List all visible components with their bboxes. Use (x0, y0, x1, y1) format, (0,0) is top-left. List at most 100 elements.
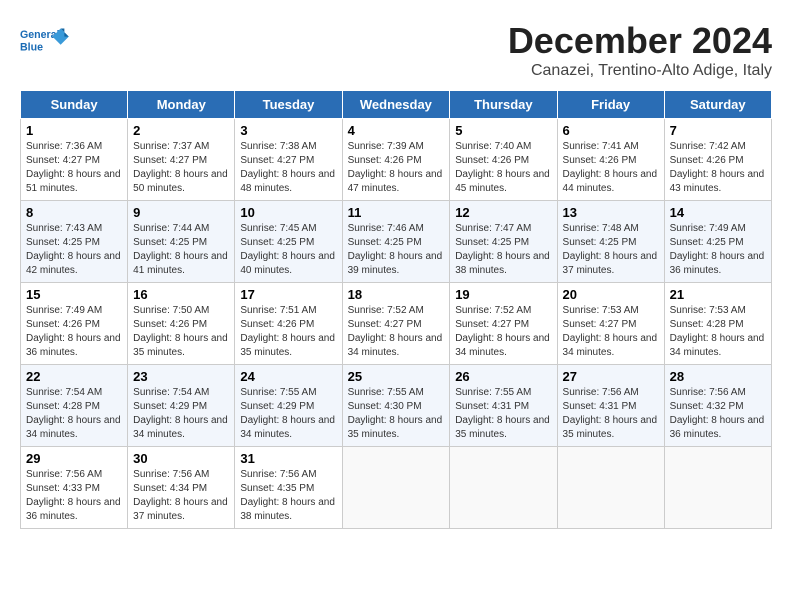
weekday-header: Monday (128, 91, 235, 119)
day-info: Sunrise: 7:53 AM Sunset: 4:27 PM Dayligh… (563, 304, 659, 360)
weekday-header: Thursday (450, 91, 557, 119)
calendar-cell: 23 Sunrise: 7:54 AM Sunset: 4:29 PM Dayli… (128, 365, 235, 447)
day-info: Sunrise: 7:52 AM Sunset: 4:27 PM Dayligh… (455, 304, 551, 360)
calendar-cell: 13Sunrise: 7:48 AM Sunset: 4:25 PM Dayli… (557, 201, 664, 283)
day-number: 8 (26, 205, 122, 220)
day-number: 3 (240, 123, 336, 138)
day-info: Sunrise: 7:41 AM Sunset: 4:26 PM Dayligh… (563, 140, 659, 196)
calendar-table: SundayMondayTuesdayWednesdayThursdayFrid… (20, 90, 772, 529)
day-info: Sunrise: 7:56 AM Sunset: 4:31 PM Dayligh… (563, 386, 659, 442)
day-info: Sunrise: 7:46 AM Sunset: 4:25 PM Dayligh… (348, 222, 445, 278)
calendar-cell: 7 Sunrise: 7:42 AM Sunset: 4:26 PM Daylig… (664, 119, 771, 201)
day-number: 16 (133, 287, 229, 302)
weekday-header: Sunday (21, 91, 128, 119)
day-info: Sunrise: 7:42 AM Sunset: 4:26 PM Dayligh… (670, 140, 766, 196)
day-info: Sunrise: 7:54 AM Sunset: 4:28 PM Dayligh… (26, 386, 122, 442)
calendar-cell: 21Sunrise: 7:53 AM Sunset: 4:28 PM Dayli… (664, 283, 771, 365)
calendar-cell: 14 Sunrise: 7:49 AM Sunset: 4:25 PM Dayli… (664, 201, 771, 283)
day-info: Sunrise: 7:53 AM Sunset: 4:28 PM Dayligh… (670, 304, 766, 360)
weekday-header: Saturday (664, 91, 771, 119)
header: General Blue December 2024 Canazei, Tren… (20, 20, 772, 80)
day-info: Sunrise: 7:52 AM Sunset: 4:27 PM Dayligh… (348, 304, 445, 360)
day-info: Sunrise: 7:51 AM Sunset: 4:26 PM Dayligh… (240, 304, 336, 360)
day-number: 1 (26, 123, 122, 138)
calendar-cell: 6 Sunrise: 7:41 AM Sunset: 4:26 PM Daylig… (557, 119, 664, 201)
calendar-cell: 12 Sunrise: 7:47 AM Sunset: 4:25 PM Dayli… (450, 201, 557, 283)
calendar-cell: 9Sunrise: 7:44 AM Sunset: 4:25 PM Daylig… (128, 201, 235, 283)
day-info: Sunrise: 7:55 AM Sunset: 4:31 PM Dayligh… (455, 386, 551, 442)
day-number: 14 (670, 205, 766, 220)
location-title: Canazei, Trentino-Alto Adige, Italy (508, 62, 772, 80)
logo-svg: General Blue (20, 20, 70, 65)
day-number: 26 (455, 369, 551, 384)
day-info: Sunrise: 7:44 AM Sunset: 4:25 PM Dayligh… (133, 222, 229, 278)
day-number: 2 (133, 123, 229, 138)
day-number: 24 (240, 369, 336, 384)
day-info: Sunrise: 7:43 AM Sunset: 4:25 PM Dayligh… (26, 222, 122, 278)
day-number: 6 (563, 123, 659, 138)
weekday-header: Tuesday (235, 91, 342, 119)
calendar-cell: 4 Sunrise: 7:39 AM Sunset: 4:26 PM Daylig… (342, 119, 450, 201)
calendar-cell (450, 447, 557, 529)
calendar-cell: 16 Sunrise: 7:50 AM Sunset: 4:26 PM Dayli… (128, 283, 235, 365)
svg-text:General: General (20, 29, 60, 41)
calendar-cell: 25 Sunrise: 7:55 AM Sunset: 4:30 PM Dayli… (342, 365, 450, 447)
calendar-cell: 3 Sunrise: 7:38 AM Sunset: 4:27 PM Daylig… (235, 119, 342, 201)
day-info: Sunrise: 7:38 AM Sunset: 4:27 PM Dayligh… (240, 140, 336, 196)
day-info: Sunrise: 7:37 AM Sunset: 4:27 PM Dayligh… (133, 140, 229, 196)
day-number: 11 (348, 205, 445, 220)
day-number: 15 (26, 287, 122, 302)
calendar-cell: 18 Sunrise: 7:52 AM Sunset: 4:27 PM Dayli… (342, 283, 450, 365)
day-info: Sunrise: 7:56 AM Sunset: 4:34 PM Dayligh… (133, 468, 229, 524)
day-number: 5 (455, 123, 551, 138)
calendar-cell: 24 Sunrise: 7:55 AM Sunset: 4:29 PM Dayli… (235, 365, 342, 447)
day-number: 25 (348, 369, 445, 384)
calendar-cell: 30 Sunrise: 7:56 AM Sunset: 4:34 PM Dayli… (128, 447, 235, 529)
calendar-cell: 31Sunrise: 7:56 AM Sunset: 4:35 PM Dayli… (235, 447, 342, 529)
day-number: 13 (563, 205, 659, 220)
day-number: 27 (563, 369, 659, 384)
day-info: Sunrise: 7:39 AM Sunset: 4:26 PM Dayligh… (348, 140, 445, 196)
day-number: 28 (670, 369, 766, 384)
day-number: 22 (26, 369, 122, 384)
day-info: Sunrise: 7:54 AM Sunset: 4:29 PM Dayligh… (133, 386, 229, 442)
day-number: 29 (26, 451, 122, 466)
day-number: 17 (240, 287, 336, 302)
svg-text:Blue: Blue (20, 41, 43, 53)
calendar-cell (557, 447, 664, 529)
day-number: 18 (348, 287, 445, 302)
calendar-cell: 1 Sunrise: 7:36 AM Sunset: 4:27 PM Daylig… (21, 119, 128, 201)
calendar-cell: 28 Sunrise: 7:56 AM Sunset: 4:32 PM Dayli… (664, 365, 771, 447)
calendar-cell: 8 Sunrise: 7:43 AM Sunset: 4:25 PM Daylig… (21, 201, 128, 283)
day-info: Sunrise: 7:49 AM Sunset: 4:25 PM Dayligh… (670, 222, 766, 278)
day-info: Sunrise: 7:36 AM Sunset: 4:27 PM Dayligh… (26, 140, 122, 196)
day-info: Sunrise: 7:47 AM Sunset: 4:25 PM Dayligh… (455, 222, 551, 278)
day-number: 30 (133, 451, 229, 466)
calendar-cell: 22 Sunrise: 7:54 AM Sunset: 4:28 PM Dayli… (21, 365, 128, 447)
calendar-cell: 11 Sunrise: 7:46 AM Sunset: 4:25 PM Dayli… (342, 201, 450, 283)
day-info: Sunrise: 7:55 AM Sunset: 4:29 PM Dayligh… (240, 386, 336, 442)
calendar-cell: 19 Sunrise: 7:52 AM Sunset: 4:27 PM Dayli… (450, 283, 557, 365)
title-area: December 2024 Canazei, Trentino-Alto Adi… (508, 20, 772, 80)
calendar-cell (664, 447, 771, 529)
calendar-cell (342, 447, 450, 529)
day-number: 20 (563, 287, 659, 302)
day-info: Sunrise: 7:40 AM Sunset: 4:26 PM Dayligh… (455, 140, 551, 196)
calendar-cell: 2 Sunrise: 7:37 AM Sunset: 4:27 PM Daylig… (128, 119, 235, 201)
calendar-cell: 10Sunrise: 7:45 AM Sunset: 4:25 PM Dayli… (235, 201, 342, 283)
calendar-cell: 20 Sunrise: 7:53 AM Sunset: 4:27 PM Dayli… (557, 283, 664, 365)
day-info: Sunrise: 7:45 AM Sunset: 4:25 PM Dayligh… (240, 222, 336, 278)
day-info: Sunrise: 7:50 AM Sunset: 4:26 PM Dayligh… (133, 304, 229, 360)
day-number: 19 (455, 287, 551, 302)
calendar-cell: 27 Sunrise: 7:56 AM Sunset: 4:31 PM Dayli… (557, 365, 664, 447)
day-number: 7 (670, 123, 766, 138)
calendar-cell: 17 Sunrise: 7:51 AM Sunset: 4:26 PM Dayli… (235, 283, 342, 365)
day-number: 4 (348, 123, 445, 138)
logo: General Blue (20, 20, 70, 65)
day-info: Sunrise: 7:56 AM Sunset: 4:32 PM Dayligh… (670, 386, 766, 442)
weekday-header: Friday (557, 91, 664, 119)
day-number: 23 (133, 369, 229, 384)
calendar-cell: 15Sunrise: 7:49 AM Sunset: 4:26 PM Dayli… (21, 283, 128, 365)
day-number: 12 (455, 205, 551, 220)
day-info: Sunrise: 7:55 AM Sunset: 4:30 PM Dayligh… (348, 386, 445, 442)
